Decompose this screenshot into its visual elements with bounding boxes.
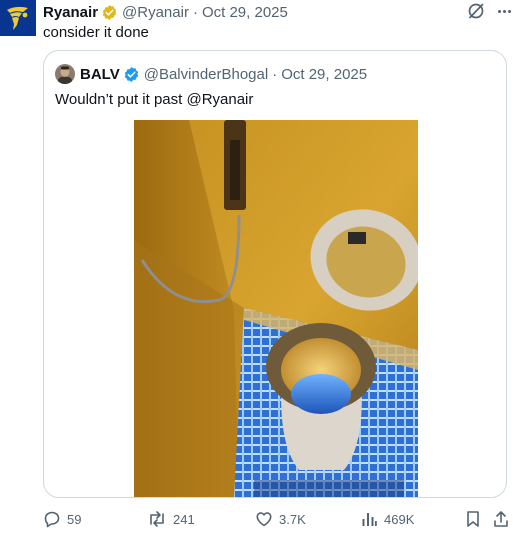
repost-icon [150,511,164,527]
like-icon [256,512,272,527]
separator-dot: · [192,3,198,21]
quote-text: Wouldn’t put it past @Ryanair [55,91,254,108]
verified-gold-badge[interactable] [101,4,118,21]
avatar[interactable] [0,0,36,36]
tweet-text: consider it done [43,24,149,41]
bookmark-icon [467,511,479,527]
quote-avatar[interactable] [55,64,75,84]
repost-button[interactable]: 241 [147,507,195,531]
tweet-header: Ryanair @Ryanair · Oct 29, 2025 [43,2,288,22]
views-button[interactable]: 469K [360,507,414,531]
view-count: 469K [384,511,415,527]
separator-dot: · [272,65,278,83]
grok-icon[interactable] [466,1,486,21]
reply-icon [44,511,60,528]
quote-header: BALV @BalvinderBhogal · Oct 29, 2025 [80,64,367,84]
share-button[interactable] [492,507,516,531]
reply-count: 59 [67,511,82,527]
quote-photo[interactable] [134,120,418,497]
author-handle[interactable]: @Ryanair [122,4,189,21]
ryanair-harp-logo [7,6,28,30]
quoted-tweet[interactable]: BALV @BalvinderBhogal · Oct 29, 2025 Wou… [43,50,507,498]
reply-button[interactable]: 59 [43,507,81,531]
quote-author-handle[interactable]: @BalvinderBhogal [144,66,268,83]
like-button[interactable]: 3.7K [255,507,306,531]
tweet-date[interactable]: Oct 29, 2025 [202,4,288,21]
more-icon[interactable] [493,1,515,21]
quote-date[interactable]: Oct 29, 2025 [281,66,367,83]
author-name[interactable]: Ryanair [43,4,98,21]
tweet: Ryanair @Ryanair · Oct 29, 2025 consider… [0,0,530,541]
bookmark-button[interactable] [465,507,487,531]
repost-count: 241 [173,511,195,527]
action-bar: 59 241 3.7K 469K [0,507,530,531]
like-count: 3.7K [279,511,306,527]
quote-author-name[interactable]: BALV [80,66,120,83]
share-icon [494,511,508,527]
views-icon [362,513,377,526]
verified-blue-badge[interactable] [123,66,140,83]
